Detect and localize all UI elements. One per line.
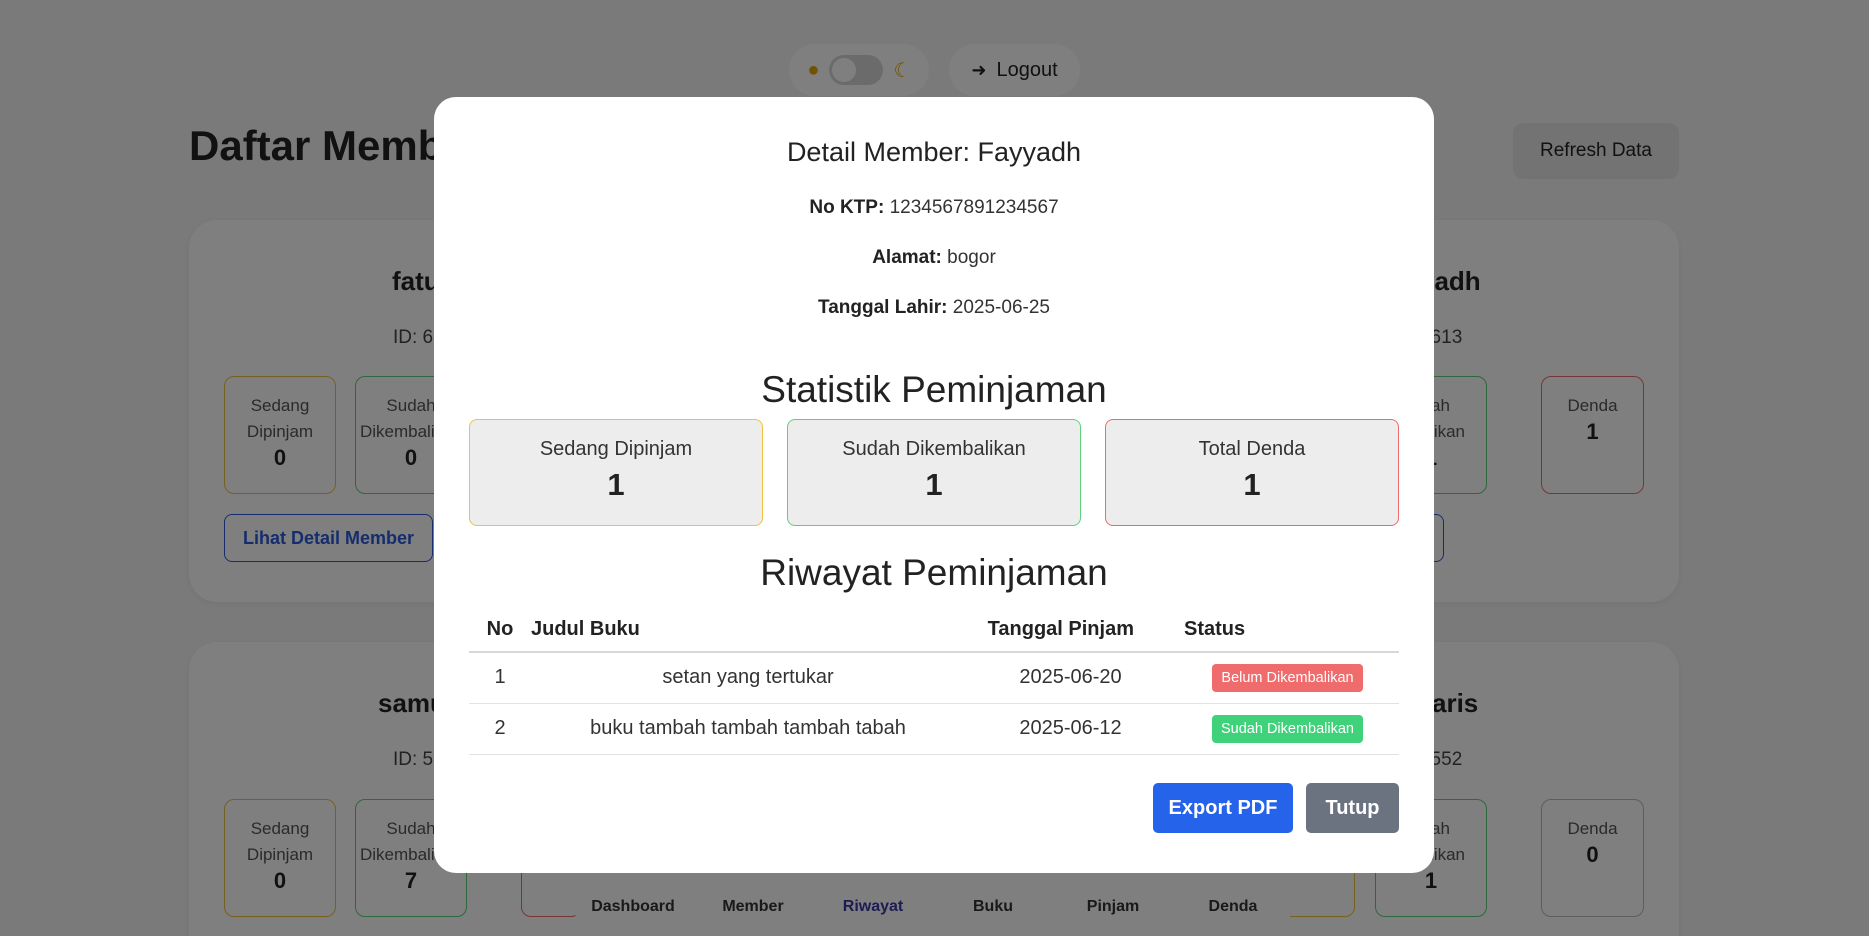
ktp-value: 1234567891234567 [889,197,1059,218]
history-title: Riwayat Peminjaman [760,552,1108,593]
alamat-value: bogor [947,247,996,268]
cell-judul: buku tambah tambah tambah tabah [531,703,965,755]
birthdate-row: Tanggal Lahir: 2025-06-25 [434,297,1434,319]
stat-value: 1 [925,467,943,502]
stat-value: 1 [1243,467,1261,502]
close-button[interactable]: Tutup [1306,783,1399,833]
alamat-label: Alamat: [872,247,942,268]
col-judul: Judul Buku [531,607,965,653]
stats-row: Sedang Dipinjam 1 Sudah Dikembalikan 1 T… [469,419,1399,526]
cell-tanggal: 2025-06-12 [965,703,1176,755]
status-badge: Belum Dikembalikan [1212,663,1363,692]
modal-title: Detail Member: Fayyadh [786,137,1082,167]
cell-status: Sudah Dikembalikan [1176,703,1399,755]
stats-title: Statistik Peminjaman [761,369,1107,410]
col-status: Status [1176,607,1399,653]
stat-total-fine: Total Denda 1 [1105,419,1399,526]
ktp-label: No KTP: [809,197,885,218]
cell-status: Belum Dikembalikan [1176,652,1399,704]
stat-label: Sudah Dikembalikan [842,438,1026,460]
ktp-row: No KTP: 1234567891234567 [434,197,1434,219]
stat-returned: Sudah Dikembalikan 1 [787,419,1081,526]
table-header-row: No Judul Buku Tanggal Pinjam Status [469,607,1399,653]
birthdate-value: 2025-06-25 [952,297,1050,318]
stat-value: 1 [607,467,625,502]
cell-judul: setan yang tertukar [531,652,965,704]
col-no: No [469,607,531,653]
birthdate-label: Tanggal Lahir: [818,297,948,318]
stat-label: Total Denda [1198,438,1306,460]
table-row: 2 buku tambah tambah tambah tabah 2025-0… [469,703,1399,755]
history-table: No Judul Buku Tanggal Pinjam Status 1 se… [469,607,1399,755]
table-row: 1 setan yang tertukar 2025-06-20 Belum D… [469,652,1399,704]
col-tanggal: Tanggal Pinjam [965,607,1176,653]
cell-no: 1 [469,652,531,704]
export-pdf-button[interactable]: Export PDF [1153,783,1293,833]
cell-tanggal: 2025-06-20 [965,652,1176,704]
stat-label: Sedang Dipinjam [539,438,693,460]
stat-borrowed: Sedang Dipinjam 1 [469,419,763,526]
alamat-row: Alamat: bogor [434,247,1434,269]
cell-no: 2 [469,703,531,755]
status-badge: Sudah Dikembalikan [1212,714,1363,743]
member-detail-modal: Detail Member: Fayyadh No KTP: 123456789… [434,97,1434,873]
